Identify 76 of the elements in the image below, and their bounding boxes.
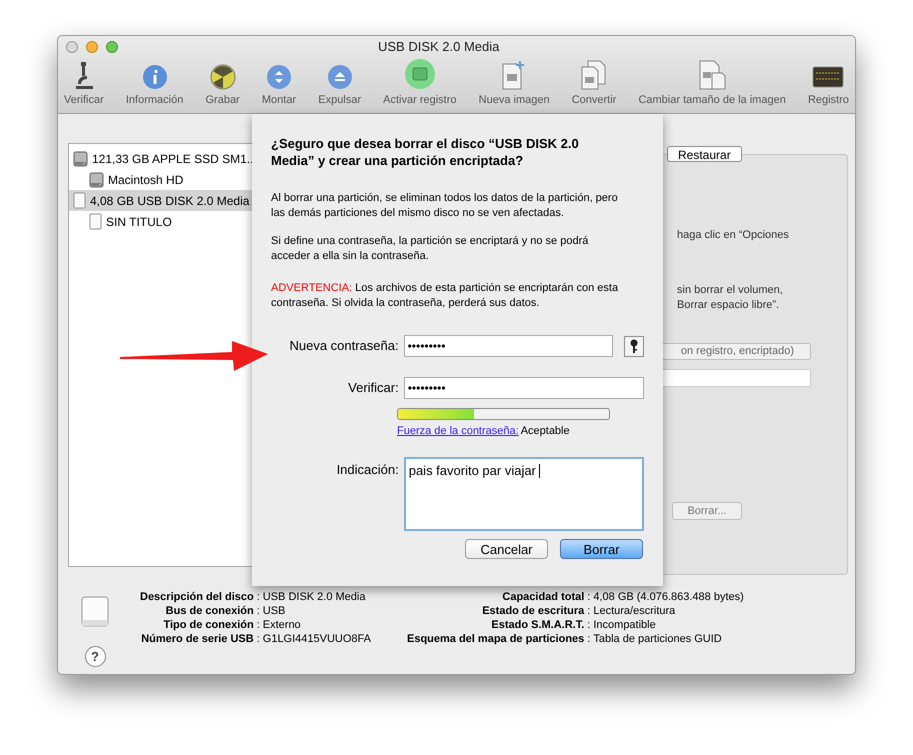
- toolbar-button[interactable]: Convertir: [572, 60, 616, 108]
- info-value: 4,08 GB (4.076.863.488 bytes): [593, 590, 744, 604]
- dialog-paragraph: Al borrar una partición, se eliminan todos los datos de la partición, pero las demás particiones del mismo disco no se ven afectadas.: [271, 191, 619, 221]
- toolbar-button[interactable]: Verificar: [64, 60, 104, 108]
- log-display-icon: [812, 64, 844, 90]
- info-label: Número de serie USB: [140, 632, 254, 646]
- toolbar-button[interactable]: Activar registro: [383, 58, 457, 108]
- key-button[interactable]: [624, 336, 644, 356]
- radiation-icon: [210, 64, 236, 90]
- erase-button[interactable]: Borrar...: [672, 502, 742, 520]
- info-label: Bus de conexión: [164, 604, 254, 618]
- instruction-text: Borrar espacio libre”.: [677, 298, 780, 313]
- strength-value: Aceptable: [520, 424, 570, 439]
- info-value: USB DISK 2.0 Media: [262, 590, 366, 604]
- info-value: Externo: [262, 618, 302, 632]
- separator-text: :: [256, 604, 260, 618]
- drive-icon: [73, 192, 86, 209]
- toolbar-button[interactable]: Montar: [262, 64, 296, 108]
- help-button[interactable]: ?: [84, 646, 106, 667]
- info-icon: [142, 64, 168, 90]
- toolbar-button[interactable]: Información: [126, 64, 184, 108]
- toolbar-button[interactable]: Nueva imagen: [478, 60, 550, 108]
- documents-icon: [580, 60, 608, 90]
- separator-text: :: [587, 590, 590, 604]
- hard-drive-icon: [89, 172, 104, 188]
- info-label: Esquema del mapa de particiones: [407, 632, 584, 646]
- disk-list-item[interactable]: Macintosh HD: [69, 169, 263, 190]
- info-value: Incompatible: [593, 618, 657, 632]
- separator-text: :: [256, 632, 260, 646]
- strength-link[interactable]: Fuerza de la contraseña:: [397, 423, 519, 440]
- hard-drive-icon: [73, 150, 88, 166]
- info-value: Lectura/escritura: [593, 604, 676, 618]
- info-label: Estado S.M.A.R.T.: [490, 618, 584, 632]
- documents-icon: [698, 60, 726, 90]
- minimize-button[interactable]: [86, 41, 98, 53]
- separator-text: :: [256, 590, 260, 604]
- info-value: USB: [262, 604, 286, 618]
- drive-icon: [80, 596, 110, 628]
- disk-list-item[interactable]: SIN TITULO: [69, 211, 263, 232]
- password-field[interactable]: •••••••••: [404, 335, 613, 357]
- dialog-title: ¿Seguro que desea borrar el disco “USB DISK 2.0 Media” y crear una partición encriptada?: [271, 135, 580, 169]
- disk-list-item[interactable]: 121,33 GB APPLE SSD SM1...: [69, 148, 263, 169]
- drive-icon: [89, 213, 102, 230]
- info-label: Descripción del disco: [140, 590, 254, 604]
- journal-disk-icon: [404, 58, 436, 90]
- tab[interactable]: Restaurar: [667, 146, 742, 162]
- dialog-button[interactable]: Borrar: [560, 538, 643, 558]
- dialog-paragraph: Si define una contraseña, la partición se encriptará y no se podrá acceder a ella sin la contraseña.: [271, 234, 590, 264]
- toolbar-button[interactable]: Registro: [808, 64, 849, 108]
- warning-paragraph: ADVERTENCIA: Los archivos de esta partición se encriptarán con esta contraseña. Si olvida la contraseña, perderá sus datos.: [271, 281, 620, 311]
- info-value: G1LGI4415VUUO8FA: [262, 632, 371, 646]
- info-value: Tabla de particiones GUID: [593, 632, 723, 646]
- info-label: Capacidad total: [501, 590, 584, 604]
- eject-icon: [326, 64, 353, 90]
- toolbar-button[interactable]: Expulsar: [318, 64, 362, 108]
- instruction-text: haga clic en “Opciones: [677, 228, 789, 243]
- mount-icon: [266, 64, 292, 90]
- window-title: USB DISK 2.0 Media: [378, 38, 500, 56]
- zoom-button[interactable]: [106, 41, 118, 53]
- toolbar-button[interactable]: Cambiar tamaño de la imagen: [638, 60, 786, 108]
- toolbar-button[interactable]: Grabar: [205, 64, 240, 108]
- separator-text: :: [256, 618, 260, 632]
- key-icon: [630, 338, 638, 354]
- instruction-text: sin borrar el volumen,: [677, 283, 783, 298]
- separator-text: :: [587, 618, 590, 632]
- info-label: Tipo de conexión: [162, 618, 254, 632]
- separator-text: :: [587, 632, 590, 646]
- verify-field[interactable]: •••••••••: [404, 377, 644, 399]
- hint-field[interactable]: pais favorito par viajar: [404, 456, 644, 530]
- dialog-button[interactable]: Cancelar: [465, 538, 548, 558]
- field-label: Verificar:: [347, 379, 400, 398]
- info-label: Estado de escritura: [481, 604, 584, 618]
- field-label: Nueva contraseña:: [288, 337, 400, 356]
- separator-text: :: [587, 604, 590, 618]
- field-label: Indicación:: [336, 460, 400, 478]
- close-button[interactable]: [66, 41, 78, 53]
